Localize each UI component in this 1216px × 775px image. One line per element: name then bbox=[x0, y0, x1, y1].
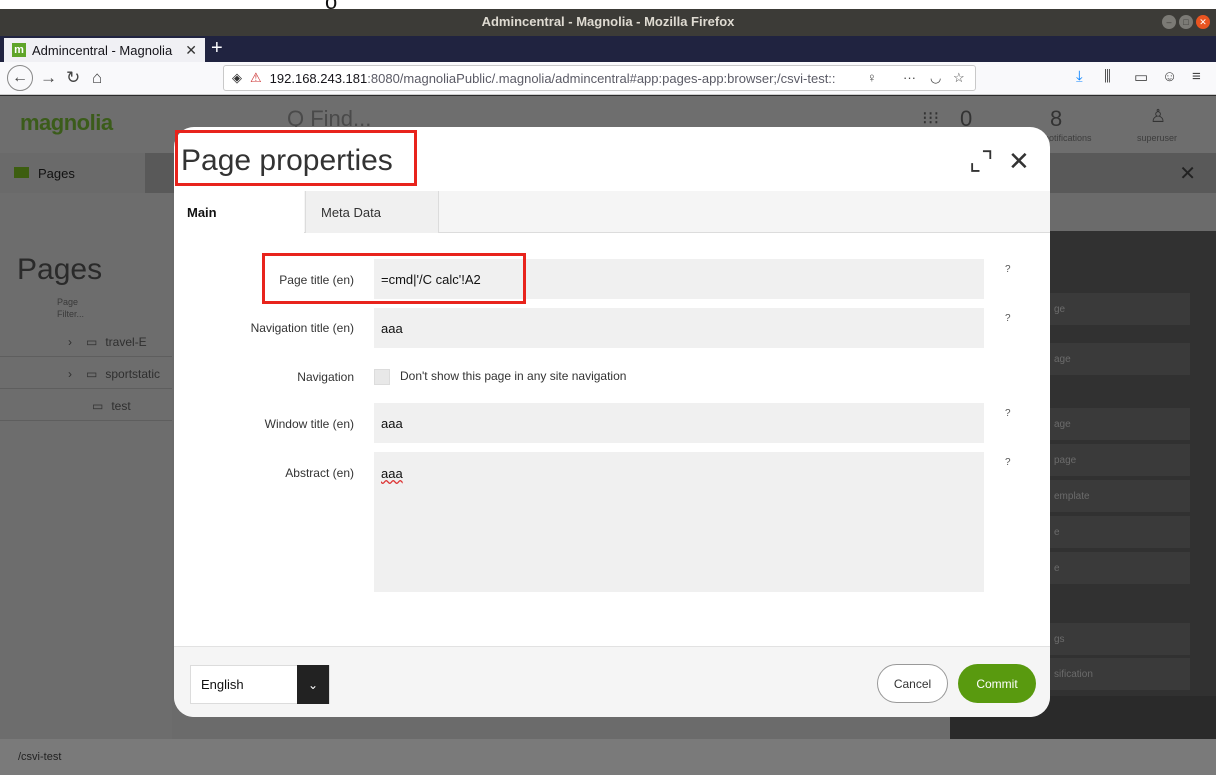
account-icon[interactable]: ☺ bbox=[1162, 68, 1177, 85]
language-value: English bbox=[201, 677, 244, 692]
action-item[interactable]: gs bbox=[1050, 623, 1190, 655]
maximize-button[interactable]: □ bbox=[1179, 15, 1193, 29]
maximize-dialog-icon[interactable]: ⌞⌝ bbox=[969, 146, 993, 177]
key-icon[interactable]: ♀ bbox=[867, 70, 877, 85]
url-bar[interactable]: ◈ ⚠ 192.168.243.181 :8080/magnoliaPublic… bbox=[223, 65, 976, 91]
action-item[interactable]: e bbox=[1050, 516, 1190, 548]
browser-tab[interactable]: m Admincentral - Magnolia ✕ bbox=[4, 38, 205, 62]
action-item[interactable]: page bbox=[1050, 444, 1190, 476]
navigation-label: Navigation bbox=[297, 370, 354, 384]
close-window-button[interactable]: ✕ bbox=[1196, 15, 1210, 29]
abstract-help-icon[interactable]: ? bbox=[1005, 457, 1011, 468]
abstract-textarea[interactable]: aaa bbox=[374, 452, 984, 592]
window-title-help-icon[interactable]: ? bbox=[1005, 408, 1011, 419]
insecure-lock-icon[interactable]: ⚠ bbox=[250, 70, 262, 86]
library-icon[interactable]: ⫼ bbox=[1104, 68, 1111, 85]
status-bar: /csvi-test bbox=[0, 739, 1216, 775]
nav-title-help-icon[interactable]: ? bbox=[1005, 313, 1011, 324]
action-item[interactable]: age bbox=[1050, 408, 1190, 440]
more-actions-icon[interactable]: ··· bbox=[903, 70, 916, 85]
close-dialog-icon[interactable]: ✕ bbox=[1008, 146, 1030, 177]
page-icon: ▭ bbox=[92, 398, 104, 413]
url-host: 192.168.243.181 bbox=[269, 70, 368, 86]
action-item[interactable]: age bbox=[1050, 343, 1190, 375]
menu-icon[interactable]: ≡ bbox=[1192, 68, 1201, 85]
page-properties-dialog: Page properties ⌞⌝ ✕ Main Meta Data Page… bbox=[174, 127, 1050, 717]
magnolia-logo: magnolia bbox=[20, 110, 113, 135]
panel-title: Pages bbox=[17, 253, 103, 286]
close-app-icon[interactable]: ✕ bbox=[1179, 161, 1196, 186]
page-icon: ▭ bbox=[86, 334, 98, 349]
filter-label: Page bbox=[57, 297, 79, 307]
action-item[interactable]: ge bbox=[1050, 293, 1190, 325]
minimize-button[interactable]: – bbox=[1162, 15, 1176, 29]
actionbar: ge age age page emplate e e gs sificatio… bbox=[1050, 231, 1216, 741]
tab-title: Admincentral - Magnolia bbox=[32, 42, 173, 58]
url-path: :8080/magnoliaPublic/.magnolia/admincent… bbox=[367, 70, 836, 86]
tree-row[interactable]: › ▭ travel-E bbox=[0, 327, 172, 357]
user-icon[interactable]: ♙ bbox=[1150, 106, 1166, 127]
home-button[interactable]: ⌂ bbox=[92, 68, 102, 88]
language-select[interactable]: English ⌄ bbox=[190, 665, 330, 704]
tree-row[interactable]: › ▭ sportstatic bbox=[0, 359, 172, 389]
chevron-right-icon[interactable]: › bbox=[68, 367, 72, 381]
user-label: superuser bbox=[1137, 133, 1178, 143]
window-title: Admincentral - Magnolia - Mozilla Firefo… bbox=[481, 14, 735, 29]
action-item[interactable]: e bbox=[1050, 552, 1190, 584]
cancel-button[interactable]: Cancel bbox=[877, 664, 948, 703]
window-title-field[interactable]: aaa bbox=[374, 403, 984, 443]
tree-row-label: sportstatic bbox=[105, 366, 161, 381]
tab-meta-data[interactable]: Meta Data bbox=[305, 191, 439, 233]
browser-navbar: ← → ↻ ⌂ ◈ ⚠ 192.168.243.181 :8080/magnol… bbox=[0, 62, 1216, 95]
tree-row-label: test bbox=[111, 398, 131, 413]
new-tab-button[interactable]: + bbox=[211, 37, 223, 60]
commit-button[interactable]: Commit bbox=[958, 664, 1036, 703]
shield-icon[interactable]: ◈ bbox=[232, 70, 242, 86]
close-tab-icon[interactable]: ✕ bbox=[185, 42, 197, 59]
tree-row[interactable]: ▭ test bbox=[0, 391, 172, 421]
top-crop-strip: o bbox=[0, 0, 1216, 9]
bookmark-star-icon[interactable]: ☆ bbox=[953, 70, 965, 86]
status-path: /csvi-test bbox=[18, 751, 62, 763]
sidebar-icon[interactable]: ▭ bbox=[1134, 68, 1148, 86]
window-controls: – □ ✕ bbox=[1162, 15, 1210, 29]
cropped-text: o bbox=[325, 0, 337, 9]
forward-button[interactable]: → bbox=[40, 68, 57, 88]
annotation-box-page-title bbox=[262, 253, 526, 304]
action-item[interactable]: emplate bbox=[1050, 480, 1190, 512]
back-button[interactable]: ← bbox=[7, 65, 33, 91]
dialog-footer: English ⌄ Cancel Commit bbox=[174, 646, 1050, 717]
dialog-tabs: Main Meta Data bbox=[174, 191, 1050, 233]
pocket-icon[interactable]: ◡ bbox=[930, 70, 941, 86]
abstract-label: Abstract (en) bbox=[285, 466, 354, 480]
abstract-text: aaa bbox=[381, 466, 403, 481]
action-item[interactable]: sification bbox=[1050, 658, 1190, 690]
notifications-label: notifications bbox=[1044, 133, 1092, 143]
downloads-icon[interactable]: ⤓ bbox=[1076, 68, 1083, 85]
browser-tabbar: m Admincentral - Magnolia ✕ + bbox=[0, 36, 1216, 62]
tree-row-label: travel-E bbox=[105, 334, 147, 349]
notifications-count[interactable]: 8 bbox=[1050, 106, 1062, 132]
magnolia-favicon-icon: m bbox=[12, 43, 26, 57]
apps-grid-icon[interactable]: ⁝⁝⁝ bbox=[922, 108, 939, 129]
nav-title-label: Navigation title (en) bbox=[250, 321, 354, 335]
reload-button[interactable]: ↻ bbox=[66, 68, 80, 88]
hide-navigation-checkbox[interactable] bbox=[374, 369, 390, 385]
hide-navigation-checkbox-label[interactable]: Don't show this page in any site navigat… bbox=[400, 369, 626, 383]
nav-title-field[interactable]: aaa bbox=[374, 308, 984, 348]
filter-placeholder: Filter... bbox=[57, 309, 85, 319]
window-title-label: Window title (en) bbox=[264, 417, 354, 431]
tab-pages[interactable]: Pages bbox=[0, 153, 145, 193]
chevron-right-icon[interactable]: › bbox=[68, 335, 72, 349]
pages-browser: Pages Page Filter... › ▭ travel-E › ▭ sp… bbox=[0, 193, 172, 753]
annotation-box-title bbox=[175, 130, 417, 186]
page-title-help-icon[interactable]: ? bbox=[1005, 264, 1011, 275]
tab-main[interactable]: Main bbox=[174, 191, 304, 233]
page-icon: ▭ bbox=[86, 366, 98, 381]
chevron-down-icon[interactable]: ⌄ bbox=[297, 665, 329, 704]
tab-pages-label: Pages bbox=[38, 165, 75, 181]
pages-icon bbox=[14, 167, 29, 178]
window-titlebar: Admincentral - Magnolia - Mozilla Firefo… bbox=[0, 9, 1216, 36]
filter-box[interactable]: Page Filter... bbox=[57, 296, 84, 320]
